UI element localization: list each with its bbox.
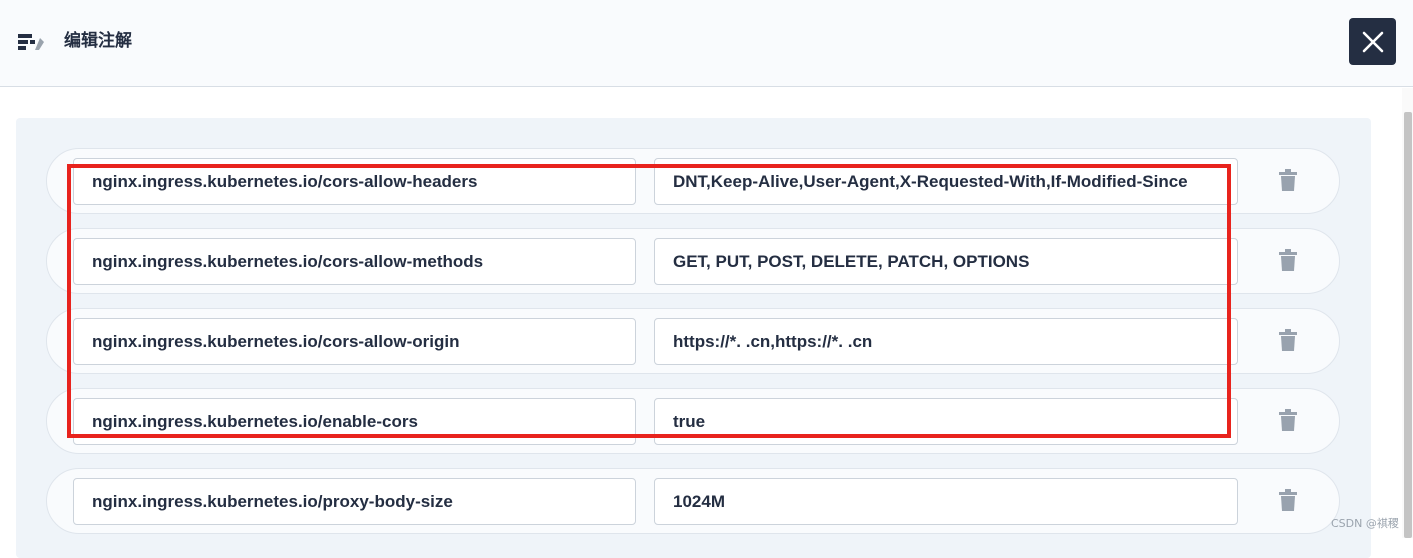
annotation-key-input[interactable]: nginx.ingress.kubernetes.io/proxy-body-s…: [73, 478, 636, 525]
annotation-row: nginx.ingress.kubernetes.io/cors-allow-o…: [46, 308, 1340, 374]
trash-icon[interactable]: [1279, 489, 1297, 511]
scrollbar-thumb[interactable]: [1404, 112, 1412, 538]
annotation-value-input[interactable]: DNT,Keep-Alive,User-Agent,X-Requested-Wi…: [654, 158, 1238, 205]
watermark: CSDN @祺稷: [1331, 517, 1399, 530]
close-button[interactable]: [1349, 18, 1396, 65]
annotation-icon: [18, 34, 44, 50]
trash-icon[interactable]: [1279, 329, 1297, 351]
trash-icon[interactable]: [1279, 409, 1297, 431]
dialog-title: 编辑注解: [64, 31, 132, 51]
annotation-key-input[interactable]: nginx.ingress.kubernetes.io/cors-allow-o…: [73, 318, 636, 365]
annotation-value-input[interactable]: 1024M: [654, 478, 1238, 525]
annotation-value-input[interactable]: GET, PUT, POST, DELETE, PATCH, OPTIONS: [654, 238, 1238, 285]
annotation-key-input[interactable]: nginx.ingress.kubernetes.io/cors-allow-m…: [73, 238, 636, 285]
trash-icon[interactable]: [1279, 169, 1297, 191]
annotation-row: nginx.ingress.kubernetes.io/proxy-body-s…: [46, 468, 1340, 534]
annotation-row: nginx.ingress.kubernetes.io/cors-allow-h…: [46, 148, 1340, 214]
annotation-value-input[interactable]: true: [654, 398, 1238, 445]
trash-icon[interactable]: [1279, 249, 1297, 271]
annotation-key-input[interactable]: nginx.ingress.kubernetes.io/enable-cors: [73, 398, 636, 445]
dialog-header: 编辑注解: [0, 0, 1413, 87]
annotation-row: nginx.ingress.kubernetes.io/enable-cors …: [46, 388, 1340, 454]
annotation-key-input[interactable]: nginx.ingress.kubernetes.io/cors-allow-h…: [73, 158, 636, 205]
annotation-row: nginx.ingress.kubernetes.io/cors-allow-m…: [46, 228, 1340, 294]
annotation-value-input[interactable]: https://*. .cn,https://*. .cn: [654, 318, 1238, 365]
close-icon: [1362, 31, 1383, 52]
